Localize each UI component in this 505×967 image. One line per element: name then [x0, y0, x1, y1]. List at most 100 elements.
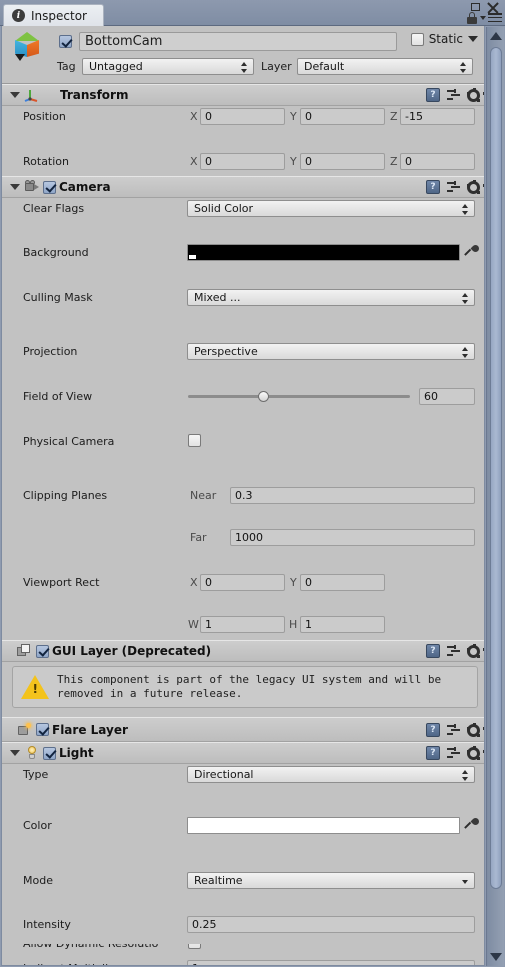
viewport-x-value: 0	[205, 576, 212, 589]
light-mode-dropdown[interactable]: Realtime	[187, 872, 475, 889]
gameobject-enabled-checkbox[interactable]	[59, 35, 72, 48]
gui-layer-enabled-checkbox[interactable]	[36, 644, 49, 658]
far-input[interactable]: 1000	[230, 529, 475, 546]
foldout-arrow-icon[interactable]	[10, 184, 20, 190]
preset-icon[interactable]	[447, 644, 460, 658]
tab-inspector-label: Inspector	[31, 8, 87, 23]
background-color-swatch[interactable]	[187, 244, 460, 261]
camera-enabled-checkbox[interactable]	[43, 180, 56, 194]
static-checkbox[interactable]	[410, 32, 424, 46]
gear-icon[interactable]	[467, 87, 480, 102]
light-enabled-checkbox[interactable]	[43, 746, 56, 760]
chevron-updown-icon	[462, 293, 469, 304]
light-properties: Type Directional Color Mode Realtime Int…	[2, 764, 484, 965]
component-header-gui-layer[interactable]: GUI Layer (Deprecated) ?	[2, 640, 484, 662]
chevron-updown-icon	[241, 62, 248, 73]
help-icon[interactable]: ?	[426, 746, 440, 760]
eyedropper-icon[interactable]	[464, 243, 481, 260]
projection-label: Projection	[23, 345, 78, 358]
preset-icon[interactable]	[447, 180, 460, 194]
component-header-flare-layer[interactable]: Flare Layer ?	[2, 717, 484, 742]
scrollbar-thumb[interactable]	[490, 47, 502, 889]
gear-icon[interactable]	[467, 179, 480, 194]
viewport-h-input[interactable]: 1	[300, 616, 385, 633]
light-type-dropdown[interactable]: Directional	[187, 766, 475, 783]
static-dropdown-chevron-icon[interactable]	[468, 36, 478, 42]
help-icon[interactable]: ?	[426, 180, 440, 194]
flare-layer-enabled-checkbox[interactable]	[36, 723, 49, 736]
position-y-input[interactable]: 0	[300, 108, 385, 125]
position-label: Position	[23, 110, 66, 123]
viewport-x-input[interactable]: 0	[200, 574, 285, 591]
foldout-arrow-icon[interactable]	[10, 750, 20, 756]
position-z-input[interactable]: -15	[400, 108, 475, 125]
near-value: 0.3	[235, 489, 253, 502]
light-indirect-multiplier-row: Indirect Multiplier 1	[2, 958, 484, 965]
viewport-h-value: 1	[305, 618, 312, 631]
fov-input[interactable]: 60	[419, 388, 475, 405]
rotation-x-input[interactable]: 0	[200, 153, 285, 170]
viewport-w-value: 1	[205, 618, 212, 631]
tag-layer-row: Tag Untagged Layer Default	[2, 56, 484, 78]
inspector-window: i Inspector BottomCam Static Tag Untagge…	[0, 0, 505, 967]
inspector-scrollbar[interactable]	[486, 27, 504, 966]
fov-slider-thumb[interactable]	[258, 391, 269, 402]
light-mode-value: Realtime	[194, 874, 243, 887]
component-header-camera[interactable]: Camera ?	[2, 176, 484, 198]
position-y-value: 0	[305, 110, 312, 123]
menu-chevron-icon[interactable]	[480, 16, 486, 20]
physical-camera-label: Physical Camera	[23, 435, 115, 448]
far-value: 1000	[235, 531, 263, 544]
tag-value: Untagged	[89, 60, 143, 73]
rotation-z-value: 0	[405, 155, 412, 168]
preset-icon[interactable]	[447, 88, 460, 102]
preset-icon[interactable]	[447, 723, 460, 737]
gear-icon[interactable]	[467, 722, 480, 737]
help-icon[interactable]: ?	[426, 88, 440, 102]
chevron-updown-icon	[462, 204, 469, 215]
projection-value: Perspective	[194, 345, 258, 358]
hamburger-menu-icon[interactable]	[488, 13, 502, 23]
culling-mask-value: Mixed ...	[194, 291, 241, 304]
foldout-arrow-icon[interactable]	[10, 92, 20, 98]
eyedropper-icon[interactable]	[464, 816, 481, 833]
component-header-light[interactable]: Light ?	[2, 742, 484, 764]
light-intensity-row: Intensity 0.25	[2, 914, 484, 936]
gameobject-name-input[interactable]: BottomCam	[79, 32, 397, 51]
help-icon[interactable]: ?	[426, 644, 440, 658]
viewport-y-value: 0	[305, 576, 312, 589]
component-header-icons: ?	[426, 722, 480, 737]
help-icon[interactable]: ?	[426, 723, 440, 737]
fov-slider-track[interactable]	[188, 395, 410, 398]
viewport-wh-row: W 1 H 1	[2, 614, 484, 636]
viewport-w-input[interactable]: 1	[200, 616, 285, 633]
light-color-swatch[interactable]	[187, 817, 460, 834]
component-header-transform[interactable]: Transform ?	[2, 84, 484, 106]
clipping-planes-label: Clipping Planes	[23, 489, 108, 502]
lock-icon[interactable]	[467, 12, 477, 24]
camera-properties: Clear Flags Solid Color Background Culli…	[2, 198, 484, 950]
preset-icon[interactable]	[447, 746, 460, 760]
near-input[interactable]: 0.3	[230, 487, 475, 504]
component-header-icons: ?	[426, 87, 480, 102]
gear-icon[interactable]	[467, 643, 480, 658]
projection-dropdown[interactable]: Perspective	[187, 343, 475, 360]
viewport-y-input[interactable]: 0	[300, 574, 385, 591]
physical-camera-checkbox[interactable]	[188, 434, 201, 447]
clear-flags-dropdown[interactable]: Solid Color	[187, 200, 475, 217]
tag-dropdown[interactable]: Untagged	[82, 58, 254, 75]
clear-flags-row: Clear Flags Solid Color	[2, 198, 484, 220]
rotation-z-input[interactable]: 0	[400, 153, 475, 170]
rotation-y-input[interactable]: 0	[300, 153, 385, 170]
scroll-up-arrow-icon[interactable]	[490, 32, 502, 40]
position-x-input[interactable]: 0	[200, 108, 285, 125]
light-indirect-multiplier-input[interactable]: 1	[187, 960, 475, 965]
layer-dropdown[interactable]: Default	[297, 58, 473, 75]
culling-mask-dropdown[interactable]: Mixed ...	[187, 289, 475, 306]
tab-inspector[interactable]: i Inspector	[3, 4, 104, 26]
projection-row: Projection Perspective	[2, 341, 484, 363]
scroll-down-arrow-icon[interactable]	[490, 953, 502, 961]
light-intensity-input[interactable]: 0.25	[187, 916, 475, 933]
gear-icon[interactable]	[467, 745, 480, 760]
maximize-icon[interactable]	[471, 3, 480, 11]
